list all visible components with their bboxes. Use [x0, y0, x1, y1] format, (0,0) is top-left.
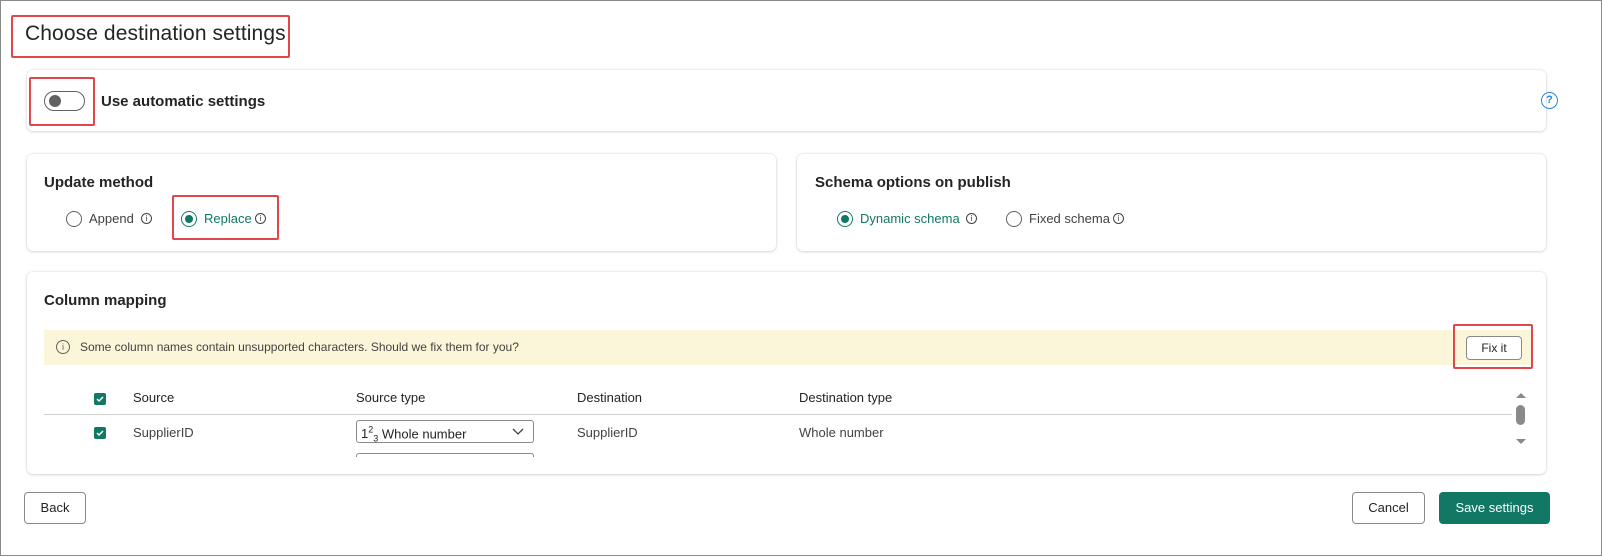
schema-options-card	[797, 154, 1546, 251]
row-destination: SupplierID	[577, 425, 638, 440]
source-type-select[interactable]: 123 Whole number	[356, 420, 534, 444]
header-divider	[44, 414, 1512, 415]
back-button[interactable]: Back	[24, 492, 86, 524]
radio-replace-label: Replace	[204, 211, 252, 226]
chevron-down-icon	[512, 428, 524, 435]
radio-replace[interactable]	[181, 211, 197, 227]
radio-fixed-schema[interactable]	[1006, 211, 1022, 227]
row-source: SupplierID	[133, 425, 194, 440]
help-icon[interactable]: ?	[1541, 92, 1558, 109]
scroll-up-icon[interactable]	[1515, 391, 1527, 399]
update-method-title: Update method	[44, 174, 154, 191]
source-type-value: 123 Whole number	[361, 425, 467, 444]
fix-it-button[interactable]: Fix it	[1466, 336, 1522, 360]
header-source: Source	[133, 390, 175, 405]
radio-append[interactable]	[66, 211, 82, 227]
column-mapping-title: Column mapping	[44, 292, 167, 309]
save-settings-button[interactable]: Save settings	[1439, 492, 1550, 524]
header-destination: Destination	[577, 390, 643, 405]
next-row-select[interactable]	[356, 453, 534, 457]
select-all-checkbox[interactable]	[94, 393, 106, 405]
replace-info-icon[interactable]: i	[255, 213, 266, 224]
whole-number-type-icon: 123	[361, 425, 379, 444]
auto-settings-toggle[interactable]	[44, 91, 85, 111]
radio-dynamic-schema-label: Dynamic schema	[860, 211, 960, 226]
auto-settings-label: Use automatic settings	[101, 93, 266, 110]
append-info-icon[interactable]: i	[141, 213, 152, 224]
header-source-type: Source type	[356, 390, 426, 405]
update-method-card	[27, 154, 776, 251]
unsupported-characters-banner: i Some column names contain unsupported …	[44, 330, 1532, 365]
row-checkbox[interactable]	[94, 427, 106, 439]
radio-fixed-schema-label: Fixed schema	[1029, 211, 1110, 226]
banner-text: Some column names contain unsupported ch…	[80, 340, 519, 354]
dynamic-schema-info-icon[interactable]: i	[966, 213, 977, 224]
page-title: Choose destination settings	[25, 22, 286, 45]
scrollbar-thumb[interactable]	[1516, 405, 1525, 425]
radio-append-label: Append	[89, 211, 134, 226]
schema-options-title: Schema options on publish	[815, 174, 1011, 191]
row-destination-type: Whole number	[799, 425, 884, 440]
cancel-button[interactable]: Cancel	[1352, 492, 1425, 524]
info-icon: i	[56, 340, 70, 354]
header-destination-type: Destination type	[799, 390, 893, 405]
toggle-knob	[49, 95, 61, 107]
radio-dynamic-schema[interactable]	[837, 211, 853, 227]
scroll-down-icon[interactable]	[1515, 438, 1527, 446]
column-mapping-card	[27, 272, 1546, 474]
fixed-schema-info-icon[interactable]: i	[1113, 213, 1124, 224]
